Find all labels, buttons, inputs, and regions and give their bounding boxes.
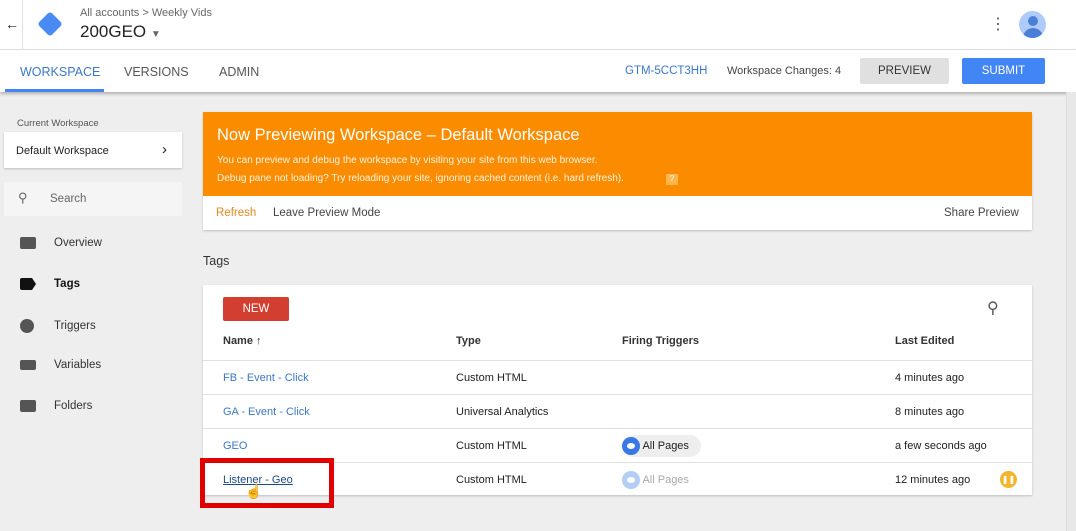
banner-line1: You can preview and debug the workspace … bbox=[217, 155, 598, 166]
nav-label: Triggers bbox=[54, 320, 96, 332]
workspace-changes: Workspace Changes: 4 bbox=[727, 65, 842, 77]
tag-type: Custom HTML bbox=[456, 440, 527, 452]
folder-icon bbox=[20, 400, 36, 412]
workspace-name: Default Workspace bbox=[16, 145, 109, 157]
tab-workspace[interactable]: WORKSPACE bbox=[20, 65, 100, 79]
overview-icon bbox=[20, 237, 36, 249]
refresh-link[interactable]: Refresh bbox=[216, 207, 256, 219]
caret-down-icon: ▼ bbox=[150, 29, 161, 40]
submit-button[interactable]: SUBMIT bbox=[962, 58, 1045, 84]
share-preview-link[interactable]: Share Preview bbox=[944, 207, 1019, 219]
highlight-box bbox=[200, 458, 334, 508]
preview-button[interactable]: PREVIEW bbox=[860, 58, 949, 84]
nav-label: Variables bbox=[54, 359, 102, 371]
tags-section-title: Tags bbox=[203, 254, 230, 268]
tag-edited: a few seconds ago bbox=[895, 440, 987, 452]
trigger-chip[interactable]: All Pages bbox=[622, 435, 701, 457]
leave-preview-link[interactable]: Leave Preview Mode bbox=[273, 207, 380, 219]
eye-icon bbox=[622, 437, 640, 455]
tag-type: Custom HTML bbox=[456, 474, 527, 486]
trigger-label: All Pages bbox=[642, 473, 689, 486]
nav-label: Overview bbox=[54, 237, 102, 249]
chevron-right-icon: › bbox=[162, 141, 167, 158]
current-workspace-label: Current Workspace bbox=[17, 118, 99, 129]
tag-type: Universal Analytics bbox=[456, 406, 549, 418]
banner-title: Now Previewing Workspace – Default Works… bbox=[217, 126, 580, 144]
app-header: ← All accounts > Weekly Vids 200GEO ▼ ⋮ bbox=[0, 0, 1076, 50]
sidebar-item-variables[interactable]: Variables bbox=[20, 359, 101, 371]
tag-edited: 12 minutes ago bbox=[895, 474, 971, 486]
back-arrow-icon[interactable]: ← bbox=[5, 16, 19, 32]
container-name: 200GEO bbox=[80, 22, 147, 41]
sidebar-item-folders[interactable]: Folders bbox=[20, 400, 92, 412]
nav-label: Tags bbox=[54, 278, 80, 290]
help-icon[interactable]: ? bbox=[666, 174, 678, 185]
scrollbar[interactable] bbox=[1066, 92, 1076, 531]
sidebar-item-tags[interactable]: Tags bbox=[20, 278, 80, 290]
search-icon: ⚲ bbox=[18, 190, 28, 205]
col-name[interactable]: Name ↑ bbox=[223, 335, 262, 347]
paused-icon: ❚❚ bbox=[1000, 471, 1017, 488]
banner-line2: Debug pane not loading? Try reloading yo… bbox=[217, 173, 624, 184]
container-id-link[interactable]: GTM-5CCT3HH bbox=[625, 65, 707, 77]
avatar[interactable] bbox=[1019, 11, 1046, 38]
col-last-edited[interactable]: Last Edited bbox=[895, 335, 954, 347]
tag-type: Custom HTML bbox=[456, 372, 527, 384]
breadcrumb-account[interactable]: Weekly Vids bbox=[152, 7, 212, 19]
tab-admin[interactable]: ADMIN bbox=[219, 65, 259, 79]
more-vert-icon[interactable]: ⋮ bbox=[990, 14, 1006, 34]
tag-name-link[interactable]: FB - Event - Click bbox=[223, 372, 309, 384]
table-row[interactable]: FB - Event - Click Custom HTML 4 minutes… bbox=[203, 360, 1033, 394]
nav-label: Folders bbox=[54, 400, 93, 412]
gtm-logo-icon bbox=[37, 11, 63, 37]
eye-icon bbox=[622, 471, 640, 489]
tag-name-link[interactable]: GEO bbox=[223, 440, 247, 452]
tag-edited: 8 minutes ago bbox=[895, 406, 965, 418]
tag-icon bbox=[20, 278, 36, 290]
hand-cursor-icon: ☝ bbox=[245, 483, 263, 499]
table-header: Name ↑ Type Firing Triggers Last Edited bbox=[203, 335, 1032, 359]
new-tag-button[interactable]: NEW bbox=[223, 297, 289, 321]
search-placeholder: Search bbox=[50, 193, 87, 205]
preview-banner: Now Previewing Workspace – Default Works… bbox=[203, 112, 1032, 230]
sidebar-item-overview[interactable]: Overview bbox=[20, 237, 102, 249]
tag-name-link[interactable]: GA - Event - Click bbox=[223, 406, 310, 418]
tag-edited: 4 minutes ago bbox=[895, 372, 965, 384]
trigger-chip[interactable]: All Pages bbox=[622, 471, 689, 489]
workspace-selector[interactable]: Default Workspace › bbox=[4, 132, 182, 168]
col-firing-triggers[interactable]: Firing Triggers bbox=[622, 335, 699, 347]
tab-versions[interactable]: VERSIONS bbox=[124, 65, 189, 79]
container-selector[interactable]: 200GEO ▼ bbox=[80, 22, 161, 42]
search-icon[interactable]: ⚲ bbox=[987, 298, 999, 318]
breadcrumb-sep: > bbox=[142, 7, 149, 19]
search-input[interactable]: ⚲ Search bbox=[4, 182, 182, 216]
variables-icon bbox=[20, 360, 36, 370]
sidebar-item-triggers[interactable]: Triggers bbox=[20, 319, 96, 333]
col-type[interactable]: Type bbox=[456, 335, 481, 347]
table-row[interactable]: GA - Event - Click Universal Analytics 8… bbox=[203, 394, 1033, 428]
breadcrumb-all-accounts[interactable]: All accounts bbox=[80, 7, 139, 19]
trigger-icon bbox=[20, 319, 34, 333]
table-row[interactable]: GEO Custom HTML All Pages a few seconds … bbox=[203, 428, 1033, 462]
trigger-label: All Pages bbox=[642, 439, 689, 452]
tab-bar: WORKSPACE VERSIONS ADMIN GTM-5CCT3HH Wor… bbox=[0, 50, 1076, 92]
